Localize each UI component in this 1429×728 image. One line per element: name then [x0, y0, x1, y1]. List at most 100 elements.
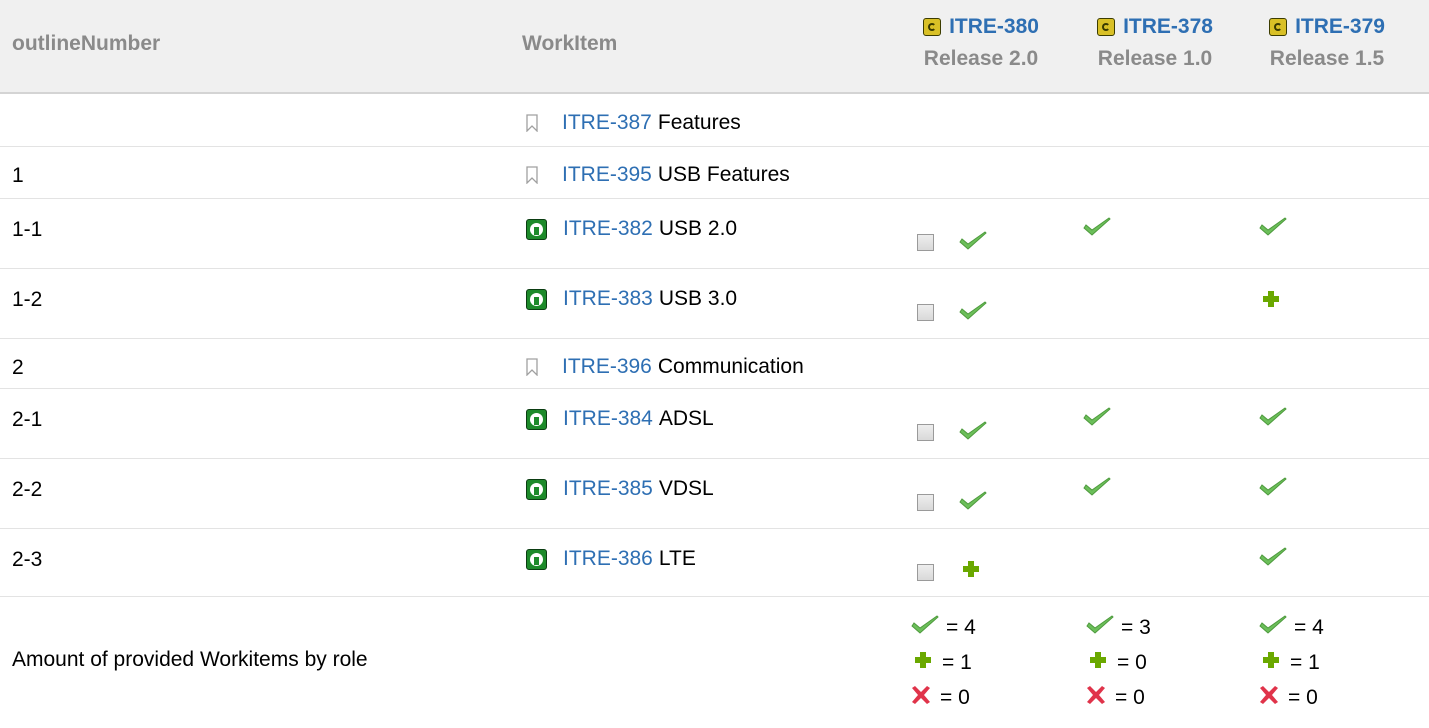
outline-number: 2-3 [12, 548, 43, 571]
release-link[interactable]: ITRE-379 [1295, 15, 1385, 39]
requirement-icon [526, 478, 547, 500]
check-icon [958, 490, 988, 517]
workitem-cell: ITRE-386 LTE [526, 546, 696, 572]
bookmark-icon [526, 166, 538, 185]
workitem-cell: ITRE-383 USB 3.0 [526, 286, 737, 312]
table-row: ITRE-387 Features [0, 94, 1429, 147]
plus-icon [1262, 651, 1280, 675]
workitem-link[interactable]: ITRE-383 [563, 287, 653, 311]
table-row: 2-1 ITRE-384 ADSL [0, 388, 1429, 459]
summary-check-count: = 4 [910, 613, 976, 643]
release-name: Release 1.0 [1097, 47, 1213, 70]
summary-count-value: = 1 [942, 651, 972, 674]
table-row: 1-1 ITRE-382 USB 2.0 [0, 198, 1429, 269]
plus-icon [962, 560, 980, 583]
workitem-title: Features [657, 111, 741, 134]
summary-check-count: = 4 [1258, 613, 1324, 643]
release-icon [1269, 18, 1288, 36]
workitem-cell: ITRE-387 Features [526, 110, 741, 136]
outline-number: 2-2 [12, 478, 43, 501]
check-icon [1258, 476, 1288, 503]
assign-checkbox[interactable] [917, 304, 934, 321]
check-icon [958, 420, 988, 447]
workitem-title: LTE [658, 547, 696, 570]
assign-checkbox[interactable] [917, 564, 934, 581]
table-row: 1 ITRE-395 USB Features [0, 146, 1429, 199]
workitem-link[interactable]: ITRE-395 [562, 163, 652, 187]
workitem-cell: ITRE-396 Communication [526, 354, 804, 380]
summary-cross-count: = 0 [1258, 683, 1318, 713]
release-name: Release 1.5 [1269, 47, 1385, 70]
release-column-header: ITRE-380 Release 2.0 [896, 10, 1066, 74]
summary-count-value: = 4 [1294, 616, 1324, 639]
table-row: 2-2 ITRE-385 VDSL [0, 458, 1429, 529]
workitem-title: Communication [657, 355, 804, 378]
outline-number: 1 [12, 164, 24, 187]
summary-label: Amount of provided Workitems by role [12, 648, 368, 671]
summary-count-value: = 0 [940, 686, 970, 709]
column-header-outline-number[interactable]: outlineNumber [12, 32, 160, 56]
summary-plus-count: = 1 [1258, 648, 1320, 678]
summary-count-value: = 0 [1115, 686, 1145, 709]
table-row: 1-2 ITRE-383 USB 3.0 [0, 268, 1429, 339]
requirement-icon [526, 218, 547, 240]
workitem-cell: ITRE-382 USB 2.0 [526, 216, 737, 242]
check-icon [1082, 476, 1112, 503]
plus-icon [914, 651, 932, 675]
release-icon [1097, 18, 1116, 36]
workitem-link[interactable]: ITRE-387 [562, 111, 652, 135]
summary-count-value: = 1 [1290, 651, 1320, 674]
requirement-icon [526, 408, 547, 430]
requirement-icon [526, 288, 547, 310]
bookmark-icon [526, 114, 538, 133]
workitem-link[interactable]: ITRE-386 [563, 547, 653, 571]
cross-icon [910, 685, 932, 711]
check-icon [1085, 614, 1115, 642]
summary-count-value: = 4 [946, 616, 976, 639]
check-icon [1082, 216, 1112, 243]
check-icon [1082, 406, 1112, 433]
workitem-cell: ITRE-384 ADSL [526, 406, 714, 432]
summary-plus-count: = 1 [910, 648, 972, 678]
check-icon [910, 614, 940, 642]
assign-checkbox[interactable] [917, 494, 934, 511]
workitem-link[interactable]: ITRE-385 [563, 477, 653, 501]
table-row: 2 ITRE-396 Communication [0, 338, 1429, 389]
workitem-title: USB 2.0 [658, 217, 738, 240]
outline-number: 1-2 [12, 288, 43, 311]
cross-icon [1085, 685, 1107, 711]
bookmark-icon [526, 358, 538, 377]
summary-cross-count: = 0 [1085, 683, 1145, 713]
workitem-link[interactable]: ITRE-382 [563, 217, 653, 241]
assign-checkbox[interactable] [917, 234, 934, 251]
outline-number: 2 [12, 356, 24, 379]
summary-count-value: = 3 [1121, 616, 1151, 639]
assign-checkbox[interactable] [917, 424, 934, 441]
workitem-title: ADSL [658, 407, 714, 430]
check-icon [1258, 546, 1288, 573]
release-icon [923, 18, 942, 36]
workitem-title: VDSL [658, 477, 714, 500]
summary-check-count: = 3 [1085, 613, 1151, 643]
workitem-title: USB Features [657, 163, 790, 186]
summary-count-value: = 0 [1288, 686, 1318, 709]
column-header-workitem[interactable]: WorkItem [522, 32, 617, 56]
release-column-header: ITRE-379 Release 1.5 [1242, 10, 1412, 74]
workitem-title: USB 3.0 [658, 287, 738, 310]
plus-icon [1089, 651, 1107, 675]
release-link[interactable]: ITRE-378 [1123, 15, 1213, 39]
release-link[interactable]: ITRE-380 [949, 15, 1039, 39]
workitem-cell: ITRE-395 USB Features [526, 162, 790, 188]
summary-count-value: = 0 [1117, 651, 1147, 674]
cross-icon [1258, 685, 1280, 711]
release-name: Release 2.0 [923, 47, 1039, 70]
workitem-cell: ITRE-385 VDSL [526, 476, 714, 502]
table-row: 2-3 ITRE-386 LTE [0, 528, 1429, 597]
table-header: outlineNumber WorkItem ITRE-380 Release … [0, 0, 1429, 94]
workitem-link[interactable]: ITRE-384 [563, 407, 653, 431]
check-icon [1258, 216, 1288, 243]
requirement-icon [526, 548, 547, 570]
check-icon [958, 230, 988, 257]
workitem-link[interactable]: ITRE-396 [562, 355, 652, 379]
check-icon [958, 300, 988, 327]
